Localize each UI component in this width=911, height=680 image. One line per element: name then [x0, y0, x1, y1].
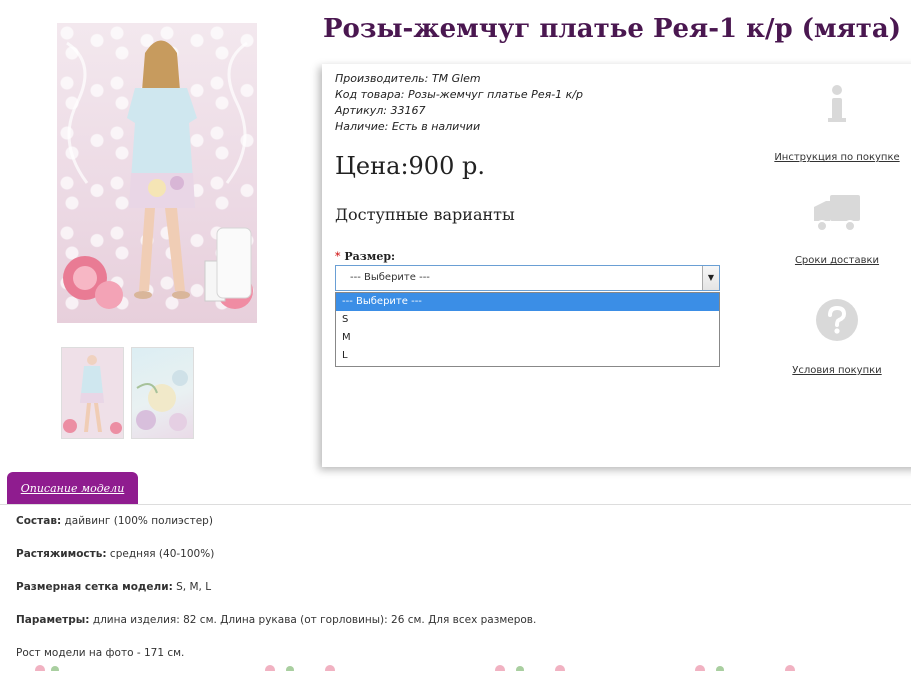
size-option[interactable]: L — [336, 347, 719, 365]
meta-manufacturer: Производитель: ТМ Glem — [335, 71, 583, 87]
dress-model-illustration — [63, 40, 253, 309]
product-title: Розы-жемчуг платье Рея-1 к/р (мята) — [323, 14, 902, 44]
description-label: Состав: — [16, 515, 62, 527]
size-option[interactable]: M — [336, 329, 719, 347]
description-line: Растяжимость: средняя (40-100%) — [16, 548, 536, 562]
footer-floral-decoration — [35, 665, 795, 671]
description-label: Размерная сетка модели: — [16, 581, 173, 593]
meta-value: ТМ Glem — [431, 72, 481, 85]
variants-heading: Доступные варианты — [335, 205, 515, 224]
thumbnail-model-image — [62, 348, 123, 438]
thumbnail-fabric-image — [136, 370, 188, 431]
meta-product-code: Код товара: Розы-жемчуг платье Рея-1 к/р — [335, 87, 583, 103]
description-line: Размерная сетка модели: S, M, L — [16, 581, 536, 595]
description-line: Состав: дайвинг (100% полиэстер) — [16, 515, 536, 529]
product-main-image[interactable] — [57, 23, 257, 323]
product-description: Состав: дайвинг (100% полиэстер) Растяжи… — [16, 515, 536, 680]
required-mark: * — [335, 250, 341, 263]
side-link-instructions: Инструкция по покупке — [767, 82, 907, 163]
product-meta: Производитель: ТМ Glem Код товара: Розы-… — [335, 71, 583, 135]
size-select[interactable]: --- Выберите --- ▼ — [335, 265, 720, 291]
description-text: Рост модели на фото - 171 см. — [16, 647, 185, 659]
side-link-terms: Условия покупки — [767, 298, 907, 376]
description-text: длина изделия: 82 см. Длина рукава (от г… — [89, 614, 537, 626]
tab-divider — [0, 504, 911, 505]
size-option[interactable]: S — [336, 311, 719, 329]
size-label: * Размер: — [335, 250, 395, 263]
meta-sku: Артикул: 33167 — [335, 103, 583, 119]
description-text: дайвинг (100% полиэстер) — [61, 515, 213, 527]
question-icon — [816, 299, 858, 341]
size-select-value: --- Выберите --- — [350, 272, 430, 283]
description-line: Рост модели на фото - 171 см. — [16, 647, 536, 661]
thumbnail-2[interactable] — [131, 347, 194, 439]
tab-description[interactable]: Описание модели — [7, 472, 138, 505]
meta-key: Код товара: — [335, 88, 405, 101]
chevron-down-icon[interactable]: ▼ — [702, 266, 719, 290]
truck-icon — [814, 195, 860, 232]
description-text: средняя (40-100%) — [106, 548, 215, 560]
instructions-link[interactable]: Инструкция по покупке — [767, 152, 907, 163]
side-link-delivery: Сроки доставки — [767, 193, 907, 266]
meta-key: Артикул: — [335, 104, 387, 117]
meta-value: Есть в наличии — [391, 120, 481, 133]
meta-value: Розы-жемчуг платье Рея-1 к/р — [407, 88, 583, 101]
info-icon — [828, 85, 846, 122]
description-label: Параметры: — [16, 614, 90, 626]
description-text: S, M, L — [172, 581, 212, 593]
meta-value: 33167 — [390, 104, 426, 117]
meta-key: Производитель: — [335, 72, 429, 85]
size-label-text: Размер: — [344, 250, 396, 263]
description-label: Растяжимость: — [16, 548, 107, 560]
description-line: Параметры: длина изделия: 82 см. Длина р… — [16, 614, 536, 628]
thumbnail-1[interactable] — [61, 347, 124, 439]
meta-key: Наличие: — [335, 120, 389, 133]
product-price: Цена:900 р. — [335, 152, 485, 180]
meta-availability: Наличие: Есть в наличии — [335, 119, 583, 135]
delivery-link[interactable]: Сроки доставки — [767, 255, 907, 266]
size-dropdown-list: --- Выберите --- S M L — [335, 292, 720, 367]
size-option[interactable]: --- Выберите --- — [336, 293, 719, 311]
terms-link[interactable]: Условия покупки — [767, 365, 907, 376]
